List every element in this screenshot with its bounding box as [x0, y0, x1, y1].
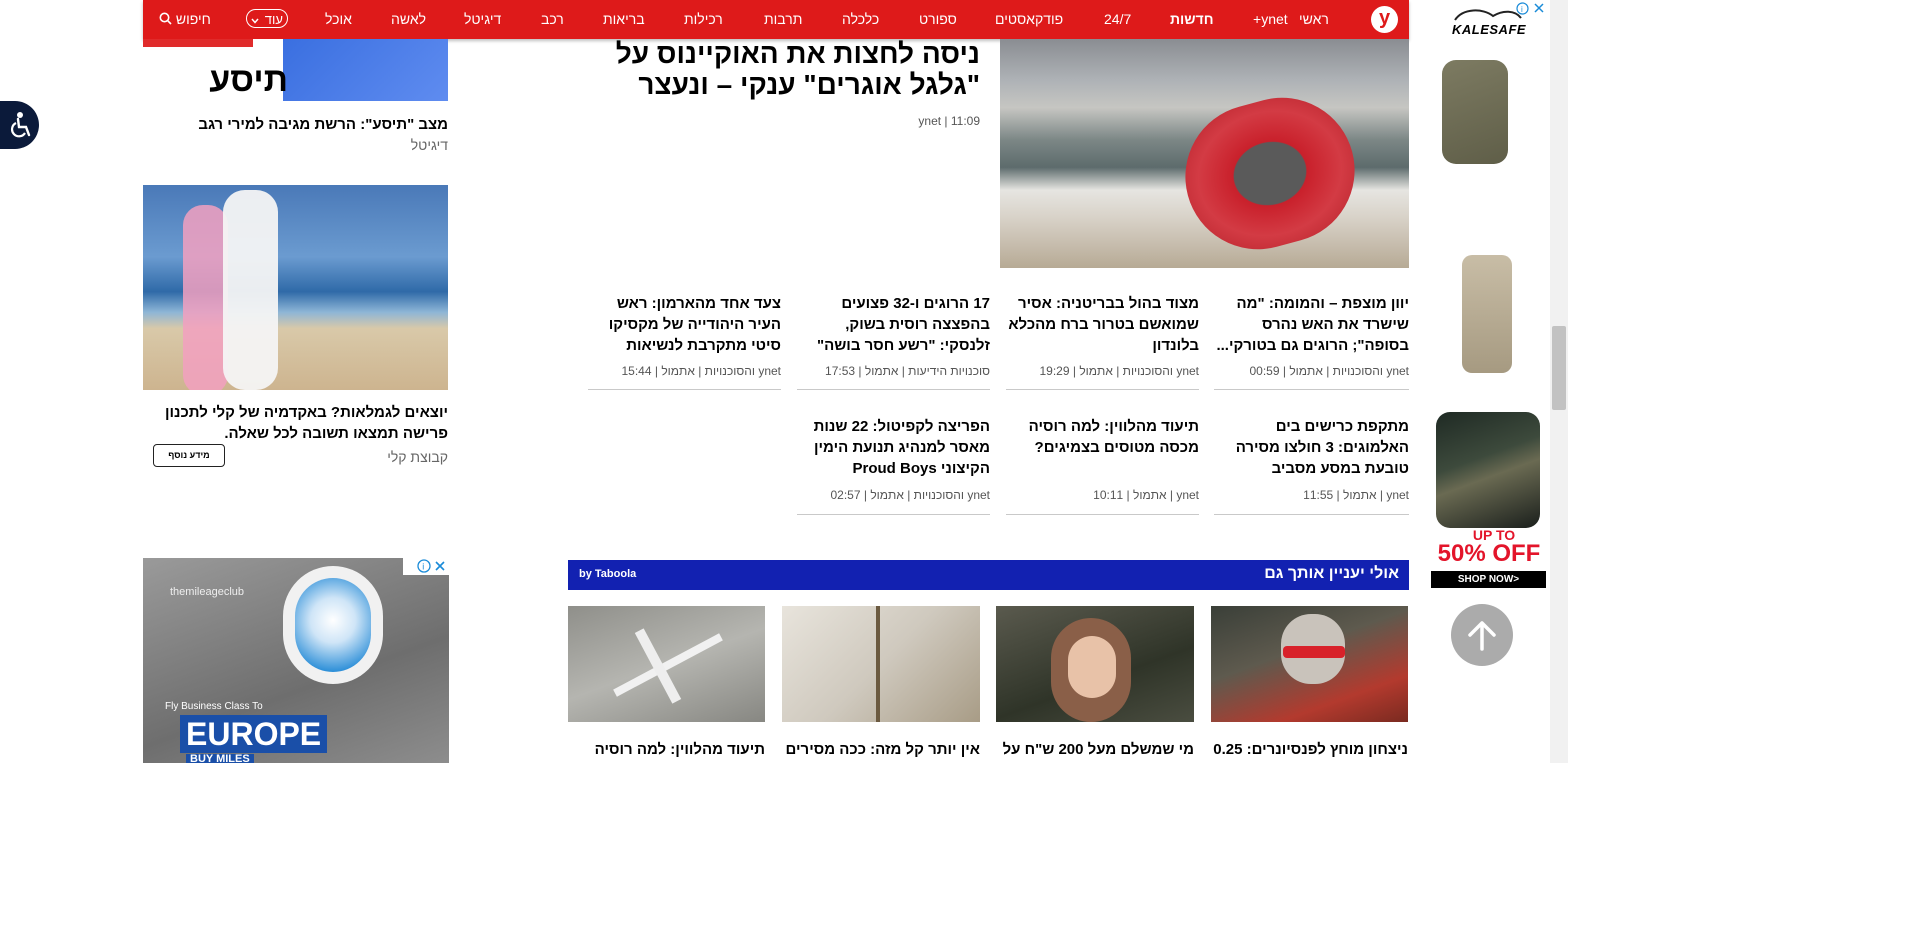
article-shark-attack[interactable]: מתקפת כרישים בים האלמוגים: 3 חולצו מסירה… — [1214, 416, 1409, 479]
promo-discount: 50% OFF — [1437, 540, 1541, 567]
product-cargo-pants — [1462, 255, 1512, 373]
mold-crack — [876, 606, 880, 722]
article-uk-manhunt[interactable]: מצוד בהול בבריטניה: אסיר שמואשם בטרור בר… — [1006, 293, 1199, 356]
article-meta: ynet | אתמול | 11:55 — [1303, 488, 1409, 502]
taboola-item-title[interactable]: אין יותר קל מזה: ככה מסירים — [782, 739, 980, 763]
airplane-window — [283, 566, 383, 684]
taboola-header: אולי יעניין אותך גם by Taboola — [568, 560, 1409, 590]
retirement-promo-headline[interactable]: יוצאים לגמלאות? באקדמיה של קלי לתכנון פר… — [160, 402, 448, 444]
main-story-meta: ynet | 11:09 — [918, 114, 980, 128]
accessibility-button[interactable] — [0, 101, 39, 149]
taboola-item-title[interactable]: מי שמשלם מעל 200 ש"ח על — [996, 739, 1194, 763]
more-info-button[interactable]: מידע נוסף — [153, 444, 225, 467]
arrow-up-icon — [1468, 621, 1496, 651]
ad-choices-bar: i — [403, 558, 449, 575]
article-capitol-riot[interactable]: הפריצה לקפיטול: 22 שנות מאסר למנהיג תנוע… — [797, 416, 990, 479]
retirement-promo-source: קבוצת קלי — [387, 449, 448, 465]
top-navigation-bar: y ראשי ynet+ חדשות 24/7 פודקאסטים ספורט … — [143, 0, 1409, 39]
left-article-headline[interactable]: מצב "תיסע": הרשת מגיבה למירי רגב — [150, 115, 448, 135]
red-banner-strip — [143, 39, 253, 47]
article-ukraine-strike[interactable]: 17 הרוגים ו-32 פצועים בהפצצה רוסית בשוק,… — [797, 293, 990, 356]
nav-item-food[interactable]: אוכל — [325, 11, 352, 28]
nav-item-24-7[interactable]: 24/7 — [1104, 11, 1131, 28]
hamster-wheel-vessel — [1169, 81, 1371, 266]
article-meta: ynet והסוכנויות | אתמול | 15:44 — [621, 364, 782, 378]
article-divider — [588, 389, 781, 390]
scroll-to-top-button[interactable] — [1451, 604, 1513, 666]
woman-face — [1068, 636, 1116, 698]
nav-item-gossip[interactable]: רכילות — [684, 11, 723, 28]
article-mexico-mayor[interactable]: צעד אחד מהארמון: ראש העיר היהודייה של מק… — [588, 293, 781, 356]
product-patterned-hoodie — [1436, 412, 1540, 528]
ad-overlay-text: תיסע — [209, 61, 288, 99]
motorcycle-logo-icon — [1454, 9, 1522, 21]
article-meta: ynet | אתמול | 10:11 — [1093, 488, 1199, 502]
woman-figure — [183, 205, 228, 390]
adchoices-icon[interactable]: i — [417, 559, 431, 573]
article-divider — [1006, 514, 1199, 515]
article-divider — [797, 514, 990, 515]
search-button[interactable]: חיפוש — [159, 11, 211, 27]
nav-item-sport[interactable]: ספורט — [919, 11, 957, 28]
product-jacket-olive — [1442, 60, 1508, 164]
article-divider — [1214, 514, 1409, 515]
nav-item-podcasts[interactable]: פודקאסטים — [995, 11, 1063, 28]
right-side-ad[interactable]: i KALESAFE UP TO 50% OFF SHOP NOW> — [1428, 0, 1548, 590]
main-story-title[interactable]: ניסה לחצות את האוקיינוס על "גלגל אוגרים"… — [585, 38, 980, 100]
article-meta: ynet והסוכנויות | אתמול | 19:29 — [1039, 364, 1200, 378]
taboola-item-title[interactable]: ניצחון מוחץ לפנסיונרים: 0.25 — [1211, 739, 1408, 763]
chevron-down-icon — [251, 18, 259, 24]
man-figure — [223, 190, 278, 390]
ad-brand: themileageclub — [170, 586, 244, 598]
mileage-club-ad[interactable]: i themileageclub Fly Business Class To E… — [143, 558, 449, 763]
retirement-couple-image[interactable] — [143, 185, 448, 390]
article-divider — [797, 389, 990, 390]
page-scrollbar-thumb[interactable] — [1552, 326, 1566, 410]
nav-item-health[interactable]: בריאות — [603, 11, 645, 28]
close-icon[interactable] — [1533, 2, 1545, 14]
taboola-item-title[interactable]: תיעוד מהלווין: למה רוסיה — [568, 739, 765, 763]
person-blue-shirt — [283, 39, 448, 101]
search-icon — [159, 12, 172, 25]
page-scrollbar-track[interactable] — [1550, 0, 1568, 763]
more-menu-button[interactable]: עוד — [246, 9, 288, 28]
taboola-thumb-smiling-woman[interactable] — [996, 606, 1194, 722]
ad-buy-miles: BUY MILES — [186, 754, 254, 763]
more-label: עוד — [264, 12, 283, 27]
nav-item-women[interactable]: לאשה — [391, 11, 426, 28]
accessibility-icon — [11, 112, 31, 138]
top-left-promo-image[interactable]: תיסע — [143, 39, 448, 101]
nav-item-digital[interactable]: דיגיטל — [464, 11, 501, 28]
taboola-attribution[interactable]: by Taboola — [579, 568, 636, 580]
article-divider — [1006, 389, 1199, 390]
article-meta: ynet והסוכנויות | אתמול | 00:59 — [1249, 364, 1410, 378]
svg-text:i: i — [422, 562, 424, 572]
nav-item-ynet-plus[interactable]: ynet+ — [1253, 11, 1288, 28]
article-satellite-tires[interactable]: תיעוד מהלווין: למה רוסיה מכסה מטוסים בצמ… — [1006, 416, 1199, 479]
taboola-title: אולי יעניין אותך גם — [1264, 565, 1399, 582]
ad-brand: KALESAFE — [1452, 22, 1527, 37]
close-icon[interactable] — [434, 560, 446, 572]
ad-destination: EUROPE — [180, 715, 328, 753]
nav-item-news[interactable]: חדשות — [1170, 11, 1214, 28]
nav-item-car[interactable]: רכב — [541, 11, 564, 28]
red-sunglasses — [1283, 646, 1345, 658]
sky-view — [295, 578, 371, 672]
main-story-image[interactable] — [1000, 39, 1409, 268]
taboola-thumb-plane-satellite[interactable] — [568, 606, 765, 722]
nav-item-home[interactable]: ראשי — [1299, 11, 1329, 28]
article-divider — [1214, 389, 1409, 390]
article-meta: סוכנויות הידיעות | אתמול | 17:53 — [825, 364, 990, 378]
ynet-logo[interactable]: y — [1371, 6, 1398, 33]
taboola-thumb-mold-corner[interactable] — [782, 606, 980, 722]
left-article-category[interactable]: דיגיטל — [300, 137, 448, 153]
article-meta: ynet והסוכנויות | אתמול | 02:57 — [830, 488, 991, 502]
nav-item-economy[interactable]: כלכלה — [842, 11, 879, 28]
shop-now-button[interactable]: SHOP NOW> — [1431, 571, 1546, 588]
taboola-thumb-woman-sunglasses[interactable] — [1211, 606, 1408, 722]
search-label: חיפוש — [175, 11, 211, 27]
ad-small-text: Fly Business Class To — [165, 701, 263, 712]
nav-item-culture[interactable]: תרבות — [764, 11, 802, 28]
article-greece-floods[interactable]: יוון מוצפת – והמומה: "מה שישרד את האש נה… — [1214, 293, 1409, 356]
